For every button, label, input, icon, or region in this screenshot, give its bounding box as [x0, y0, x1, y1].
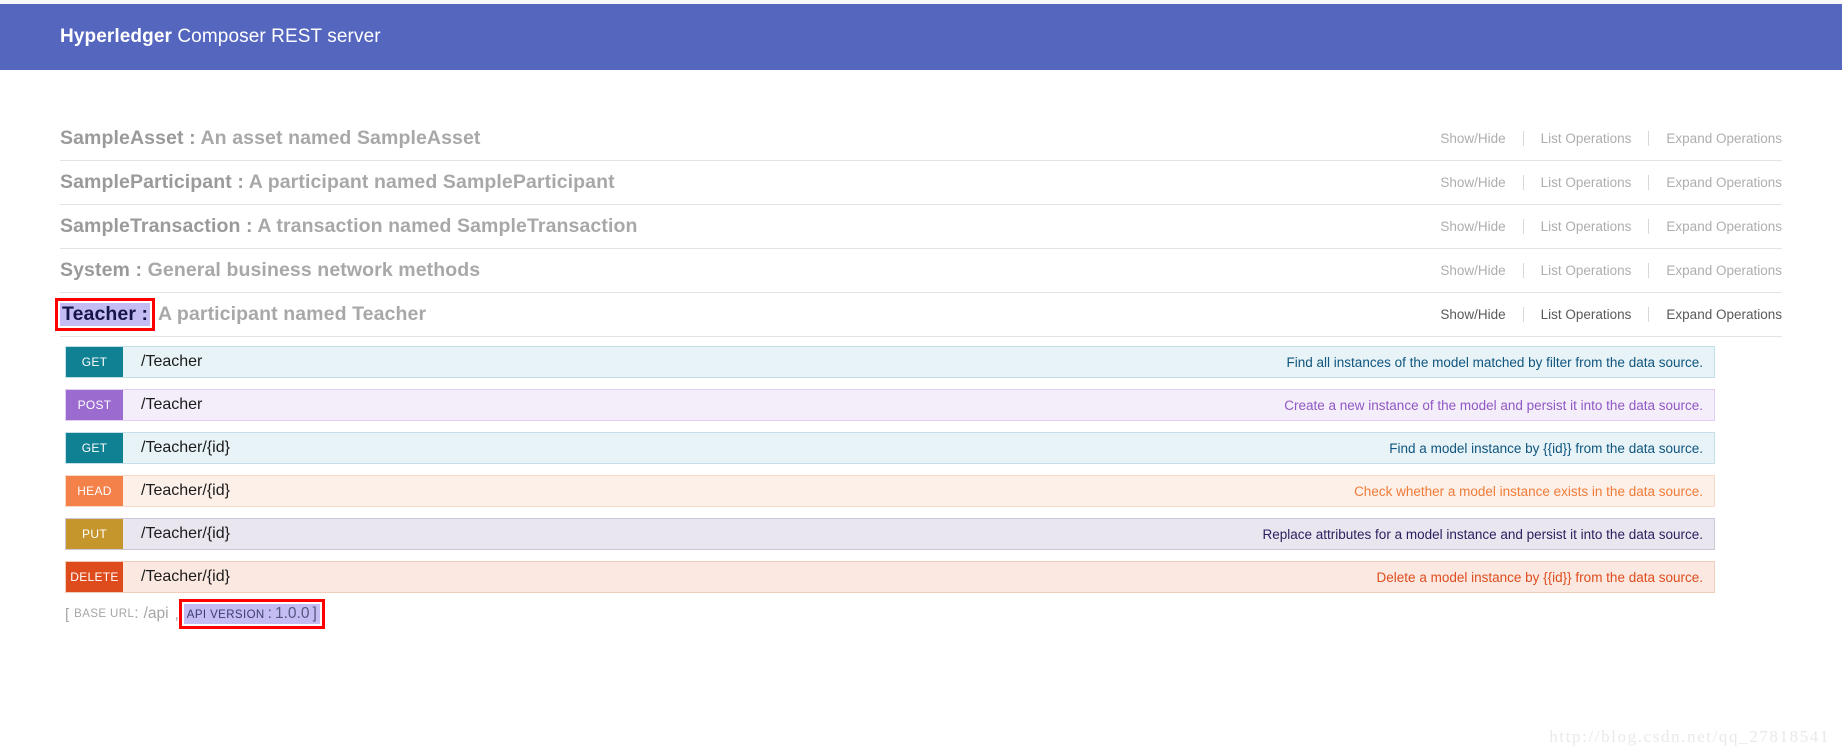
list-operations-link[interactable]: List Operations: [1524, 131, 1649, 146]
resource-title[interactable]: System : General business network method…: [60, 259, 480, 282]
api-version-colon: :: [267, 605, 272, 622]
endpoint-row[interactable]: GET /Teacher Find all instances of the m…: [65, 346, 1715, 378]
endpoint-row[interactable]: DELETE /Teacher/{id} Delete a model inst…: [65, 561, 1715, 593]
resource-operation-links: Show/Hide List Operations Expand Operati…: [1423, 131, 1782, 146]
endpoint-path[interactable]: /Teacher/{id}: [123, 433, 230, 463]
resource-separator: :: [231, 171, 249, 193]
resource-separator: :: [129, 259, 148, 281]
show-hide-link[interactable]: Show/Hide: [1423, 175, 1522, 190]
resource-operation-links: Show/Hide List Operations Expand Operati…: [1423, 175, 1782, 190]
endpoint-path[interactable]: /Teacher/{id}: [123, 519, 230, 549]
resource-description: A participant named Teacher: [157, 303, 427, 325]
resource-row-teacher[interactable]: Teacher : A participant named Teacher Sh…: [54, 293, 1782, 337]
api-version-value: 1.0.0: [274, 605, 310, 622]
endpoint-description: Find all instances of the model matched …: [1286, 354, 1703, 370]
endpoint-row[interactable]: HEAD /Teacher/{id} Check whether a model…: [65, 475, 1715, 507]
app-title-brand: Hyperledger: [60, 26, 172, 47]
expand-operations-link[interactable]: Expand Operations: [1649, 175, 1782, 190]
resource-title[interactable]: SampleAsset : An asset named SampleAsset: [60, 127, 481, 150]
resource-title[interactable]: SampleParticipant : A participant named …: [60, 171, 615, 194]
base-url-colon: :: [134, 605, 139, 622]
app-header: Hyperledger Composer REST server: [0, 4, 1842, 70]
resource-row-sampleparticipant[interactable]: SampleParticipant : A participant named …: [60, 161, 1782, 205]
http-verb-badge: PUT: [66, 519, 123, 549]
http-verb-badge: GET: [66, 347, 123, 377]
base-url-label: BASE URL: [74, 608, 135, 620]
endpoint-list: GET /Teacher Find all instances of the m…: [60, 346, 1782, 593]
resource-description: A participant named SampleParticipant: [248, 171, 615, 193]
api-info-footer: [ BASE URL : /api , API VERSION: 1.0.0 ]: [65, 599, 1782, 629]
resource-description: An asset named SampleAsset: [200, 127, 481, 149]
resource-description: A transaction named SampleTransaction: [257, 215, 638, 237]
resource-row-sampleasset[interactable]: SampleAsset : An asset named SampleAsset…: [60, 117, 1782, 161]
endpoint-path[interactable]: /Teacher/{id}: [123, 562, 230, 592]
endpoint-description: Check whether a model instance exists in…: [1354, 483, 1703, 499]
endpoint-description: Delete a model instance by {{id}} from t…: [1376, 569, 1703, 585]
http-verb-badge: DELETE: [66, 562, 123, 592]
resource-separator: :: [240, 215, 258, 237]
endpoint-row[interactable]: PUT /Teacher/{id} Replace attributes for…: [65, 518, 1715, 550]
resource-description: General business network methods: [147, 259, 481, 281]
endpoint-description: Replace attributes for a model instance …: [1262, 526, 1704, 542]
teacher-name-selection-highlight: Teacher :: [54, 298, 156, 331]
resource-name: SampleParticipant: [60, 171, 232, 193]
endpoint-path[interactable]: /Teacher: [123, 347, 202, 377]
show-hide-link[interactable]: Show/Hide: [1423, 263, 1522, 278]
http-verb-badge: HEAD: [66, 476, 123, 506]
endpoint-row[interactable]: GET /Teacher/{id} Find a model instance …: [65, 432, 1715, 464]
app-title: Hyperledger Composer REST server: [60, 26, 381, 48]
resource-separator: :: [183, 127, 201, 149]
endpoint-row[interactable]: POST /Teacher Create a new instance of t…: [65, 389, 1715, 421]
api-version-label: API VERSION: [186, 609, 265, 621]
expand-operations-link[interactable]: Expand Operations: [1649, 131, 1782, 146]
show-hide-link[interactable]: Show/Hide: [1423, 131, 1522, 146]
http-verb-badge: POST: [66, 390, 123, 420]
resource-title[interactable]: SampleTransaction : A transaction named …: [60, 215, 638, 238]
list-operations-link[interactable]: List Operations: [1524, 307, 1649, 322]
endpoint-path[interactable]: /Teacher: [123, 390, 202, 420]
resource-operation-links: Show/Hide List Operations Expand Operati…: [1423, 263, 1782, 278]
watermark: http://blog.csdn.net/qq_27818541: [1549, 727, 1830, 746]
list-operations-link[interactable]: List Operations: [1524, 175, 1649, 190]
resource-operation-links: Show/Hide List Operations Expand Operati…: [1423, 219, 1782, 234]
resource-name: SampleTransaction: [60, 215, 241, 237]
expand-operations-link[interactable]: Expand Operations: [1649, 263, 1782, 278]
main-content: SampleAsset : An asset named SampleAsset…: [0, 117, 1842, 629]
app-title-suffix: Composer REST server: [171, 26, 381, 47]
base-url-value: /api: [143, 605, 169, 622]
resource-row-system[interactable]: System : General business network method…: [60, 249, 1782, 293]
resource-name: SampleAsset: [60, 127, 184, 149]
expand-operations-link[interactable]: Expand Operations: [1649, 219, 1782, 234]
resource-row-sampletransaction[interactable]: SampleTransaction : A transaction named …: [60, 205, 1782, 249]
http-verb-badge: GET: [66, 433, 123, 463]
api-version-selection-highlight: API VERSION: 1.0.0 ]: [178, 599, 325, 629]
endpoint-path[interactable]: /Teacher/{id}: [123, 476, 230, 506]
show-hide-link[interactable]: Show/Hide: [1423, 219, 1522, 234]
list-operations-link[interactable]: List Operations: [1524, 219, 1649, 234]
resource-name: System: [60, 259, 130, 281]
list-operations-link[interactable]: List Operations: [1524, 263, 1649, 278]
resource-list: SampleAsset : An asset named SampleAsset…: [54, 117, 1782, 337]
footer-close-bracket: ]: [312, 605, 317, 622]
endpoint-description: Create a new instance of the model and p…: [1284, 397, 1703, 413]
footer-open-bracket: [: [65, 605, 70, 623]
endpoint-description: Find a model instance by {{id}} from the…: [1389, 440, 1703, 456]
show-hide-link[interactable]: Show/Hide: [1423, 307, 1522, 322]
resource-operation-links: Show/Hide List Operations Expand Operati…: [1423, 307, 1782, 322]
footer-comma: ,: [174, 605, 179, 623]
resource-title[interactable]: Teacher : A participant named Teacher: [54, 298, 427, 331]
expand-operations-link[interactable]: Expand Operations: [1649, 307, 1782, 322]
